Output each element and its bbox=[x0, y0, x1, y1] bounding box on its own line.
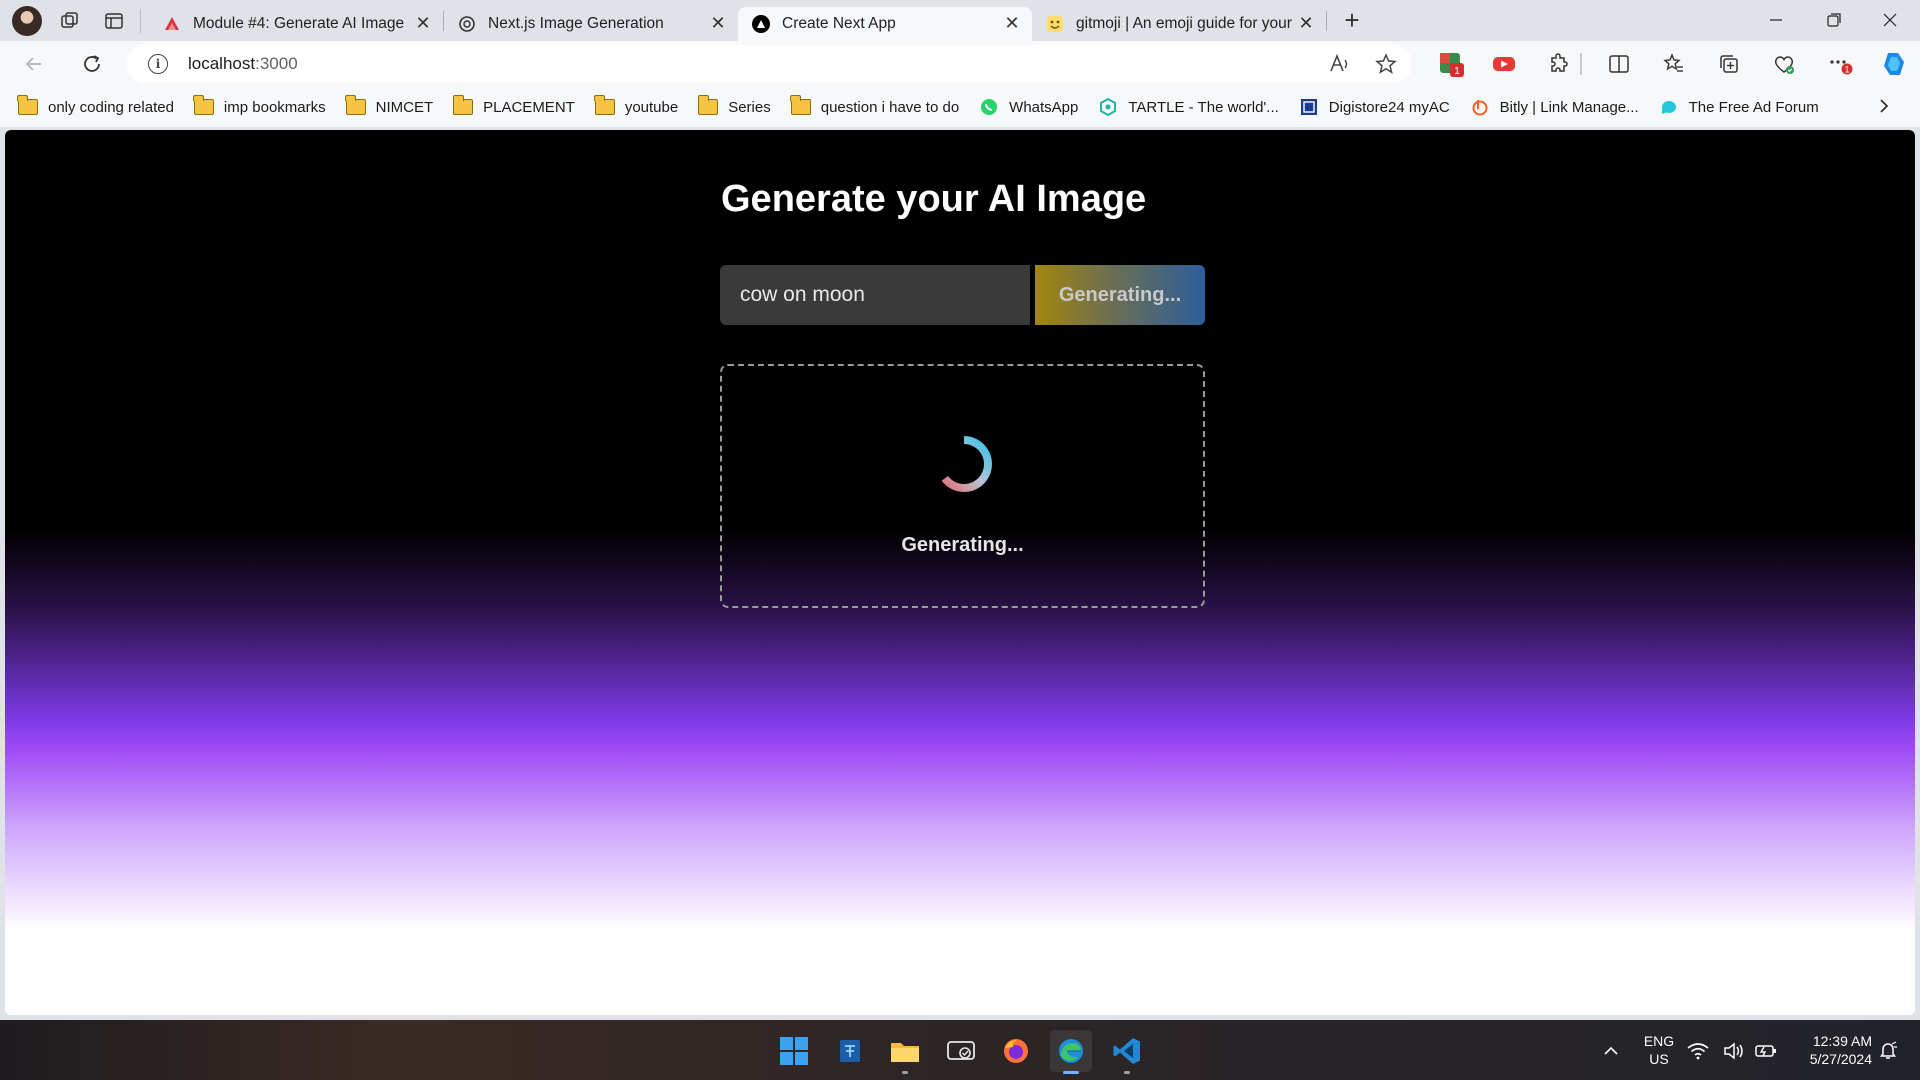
system-clock[interactable]: 12:39 AM 5/27/2024 bbox=[1782, 1032, 1872, 1068]
battery-icon[interactable] bbox=[1752, 1030, 1780, 1072]
taskbar-store-icon[interactable] bbox=[829, 1030, 871, 1072]
generating-status-text: Generating... bbox=[901, 534, 1024, 556]
collections-icon[interactable] bbox=[1715, 50, 1743, 78]
tartle-icon bbox=[1098, 98, 1118, 116]
svg-text:1: 1 bbox=[1844, 65, 1849, 75]
copilot-icon[interactable] bbox=[1880, 50, 1908, 78]
tab-nextjs-image-generation[interactable]: Next.js Image Generation ✕ bbox=[444, 7, 738, 41]
settings-more-icon[interactable]: 1 bbox=[1826, 50, 1854, 78]
back-button[interactable] bbox=[16, 46, 52, 82]
page-title: Generate your AI Image bbox=[721, 178, 1147, 220]
page-viewport: Generate your AI Image Generating... Gen… bbox=[5, 130, 1915, 1015]
toolbar-divider bbox=[1580, 53, 1582, 75]
close-tab-icon[interactable]: ✕ bbox=[413, 13, 433, 34]
whatsapp-icon bbox=[979, 98, 999, 116]
notifications-icon[interactable] bbox=[1874, 1030, 1902, 1072]
bookmark-tartle[interactable]: TARTLE - The world'... bbox=[1098, 98, 1279, 116]
tab-strip-divider bbox=[140, 8, 141, 33]
bookmark-youtube[interactable]: youtube bbox=[594, 95, 678, 116]
read-aloud-icon[interactable] bbox=[1328, 52, 1352, 81]
prompt-input[interactable] bbox=[720, 265, 1030, 325]
bookmark-question-i-have-to-do[interactable]: question i have to do bbox=[790, 95, 959, 116]
profile-avatar[interactable] bbox=[12, 5, 42, 36]
generate-button[interactable]: Generating... bbox=[1035, 265, 1205, 325]
wifi-icon[interactable] bbox=[1684, 1030, 1712, 1072]
bookmarks-bar: only coding related imp bookmarks NIMCET… bbox=[0, 87, 1920, 127]
tab-gitmoji[interactable]: gitmoji | An emoji guide for your ✕ bbox=[1032, 7, 1326, 41]
nextjs-favicon-icon bbox=[752, 14, 770, 33]
bookmark-nimcet[interactable]: NIMCET bbox=[345, 95, 433, 116]
tab-strip: Module #4: Generate AI Image ✕ Next.js I… bbox=[0, 0, 1920, 41]
address-bar[interactable]: i localhost:3000 bbox=[126, 45, 1412, 83]
digistore-icon bbox=[1299, 98, 1319, 116]
input-language-indicator[interactable]: ENG US bbox=[1640, 1032, 1678, 1068]
tab-title: Module #4: Generate AI Image bbox=[193, 14, 405, 32]
tab-create-next-app[interactable]: Create Next App ✕ bbox=[738, 6, 1032, 41]
taskbar-vscode-icon[interactable] bbox=[1106, 1030, 1148, 1074]
adforum-icon bbox=[1659, 98, 1679, 116]
tab-title: gitmoji | An emoji guide for your bbox=[1076, 14, 1292, 32]
bitly-icon bbox=[1470, 98, 1490, 116]
folder-icon bbox=[594, 95, 615, 116]
close-window-icon[interactable] bbox=[1862, 0, 1918, 40]
tab-title: Next.js Image Generation bbox=[488, 14, 664, 32]
bookmark-free-ad-forum[interactable]: The Free Ad Forum bbox=[1659, 98, 1819, 116]
tab-module-4[interactable]: Module #4: Generate AI Image ✕ bbox=[149, 7, 443, 41]
new-tab-button[interactable]: + bbox=[1335, 4, 1369, 38]
folder-icon bbox=[17, 95, 38, 116]
youtube-extension-icon[interactable] bbox=[1490, 50, 1518, 78]
extension-calendar-icon[interactable]: 1 bbox=[1437, 50, 1465, 78]
taskbar-edge-icon[interactable] bbox=[1050, 1030, 1092, 1074]
bookmark-digistore24[interactable]: Digistore24 myAC bbox=[1299, 98, 1450, 116]
folder-icon bbox=[697, 95, 719, 116]
bookmark-only-coding-related[interactable]: only coding related bbox=[17, 95, 174, 116]
loading-spinner-icon bbox=[941, 436, 992, 492]
taskbar-file-explorer-icon[interactable] bbox=[884, 1030, 926, 1074]
folder-icon bbox=[345, 95, 366, 116]
tab-divider bbox=[1326, 10, 1327, 31]
start-button[interactable] bbox=[773, 1030, 815, 1072]
favorites-icon[interactable] bbox=[1660, 50, 1688, 78]
navigation-bar: i localhost:3000 1 1 bbox=[0, 41, 1920, 87]
favorite-star-icon[interactable] bbox=[1374, 52, 1398, 81]
close-tab-icon[interactable]: ✕ bbox=[1296, 13, 1316, 34]
taskbar-device-icon[interactable] bbox=[940, 1030, 982, 1072]
workspaces-icon[interactable] bbox=[54, 5, 86, 37]
split-screen-icon[interactable] bbox=[1605, 50, 1633, 78]
image-preview-box: Generating... bbox=[720, 364, 1205, 608]
bookmark-placement[interactable]: PLACEMENT bbox=[452, 95, 575, 116]
module-favicon-icon bbox=[163, 15, 181, 33]
folder-icon bbox=[790, 95, 811, 116]
browser-essentials-icon[interactable] bbox=[1770, 50, 1798, 78]
refresh-button[interactable] bbox=[74, 46, 110, 82]
show-hidden-icons-chevron-icon[interactable] bbox=[1590, 1030, 1632, 1072]
address-url: localhost:3000 bbox=[188, 54, 298, 73]
restore-icon[interactable] bbox=[1806, 0, 1862, 40]
bookmark-whatsapp[interactable]: WhatsApp bbox=[979, 98, 1078, 116]
extensions-puzzle-icon[interactable] bbox=[1545, 50, 1573, 78]
folder-icon bbox=[193, 95, 214, 116]
taskbar-firefox-icon[interactable] bbox=[995, 1030, 1037, 1072]
more-bookmarks-chevron-icon[interactable] bbox=[1876, 97, 1892, 119]
close-tab-icon[interactable]: ✕ bbox=[1002, 13, 1022, 34]
tab-title: Create Next App bbox=[782, 14, 896, 32]
vertical-tabs-icon[interactable] bbox=[98, 5, 130, 37]
volume-icon[interactable] bbox=[1720, 1030, 1748, 1072]
bookmark-imp-bookmarks[interactable]: imp bookmarks bbox=[193, 95, 326, 116]
folder-icon bbox=[452, 95, 474, 116]
windows-taskbar: ENG US 12:39 AM 5/27/2024 bbox=[0, 1020, 1920, 1080]
site-info-icon[interactable]: i bbox=[148, 54, 168, 74]
bookmark-bitly[interactable]: Bitly | Link Manage... bbox=[1470, 98, 1639, 116]
minimize-icon[interactable] bbox=[1748, 0, 1804, 40]
gitmoji-favicon-icon bbox=[1046, 15, 1064, 33]
openai-favicon-icon bbox=[458, 15, 476, 33]
svg-text:1: 1 bbox=[1454, 66, 1460, 77]
close-tab-icon[interactable]: ✕ bbox=[708, 13, 728, 34]
bookmark-series[interactable]: Series bbox=[697, 95, 771, 116]
